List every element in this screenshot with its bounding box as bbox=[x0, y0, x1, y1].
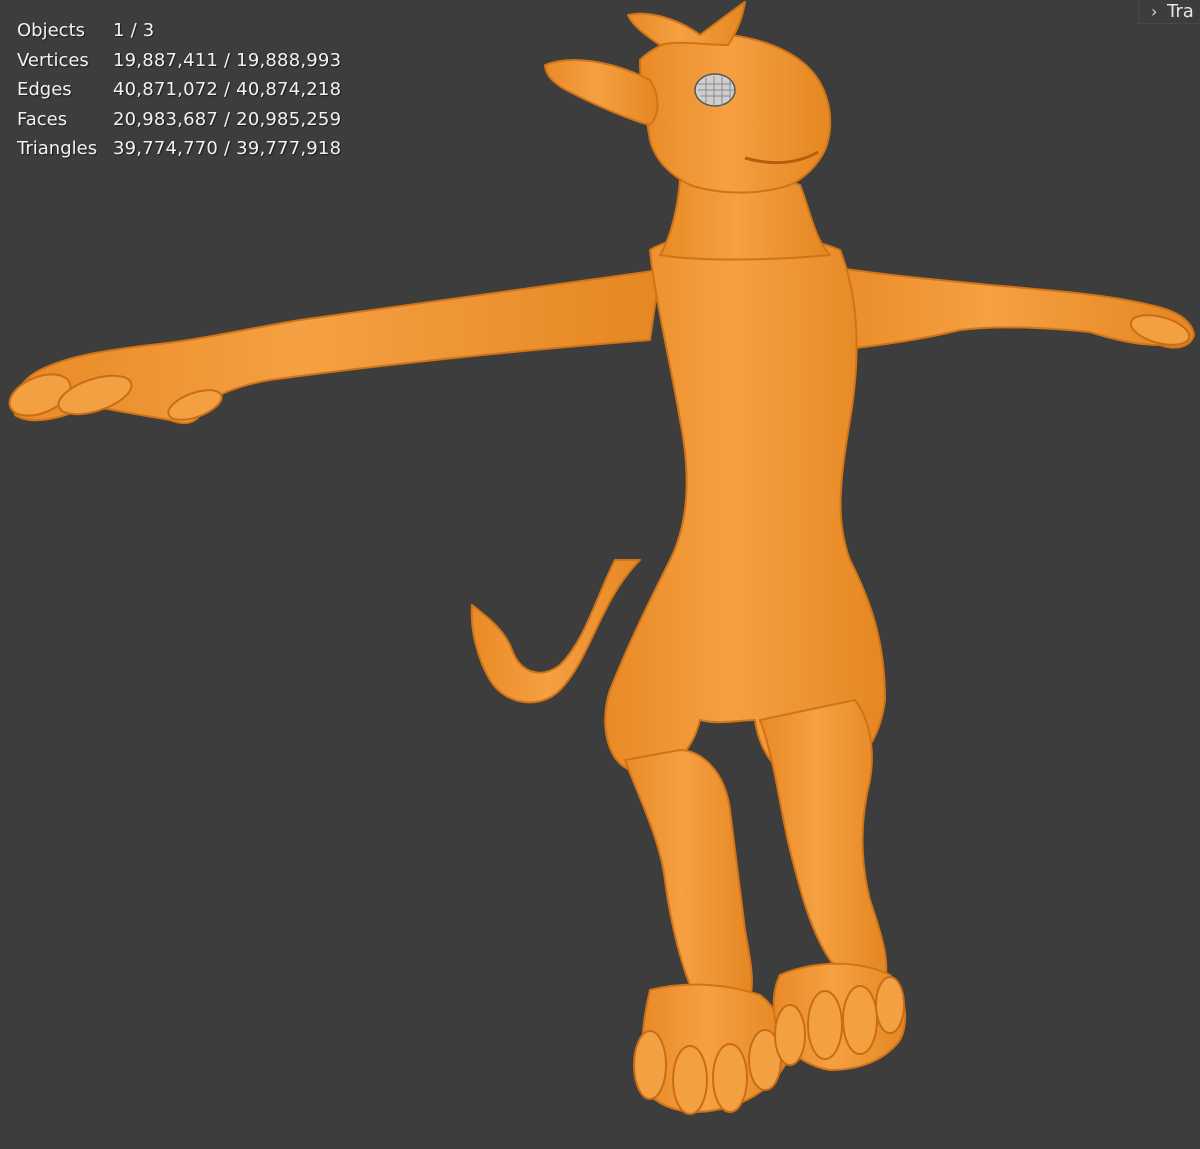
stat-faces: Faces 20,983,687 / 20,985,259 bbox=[17, 105, 341, 135]
crest bbox=[627, 1, 746, 46]
sidebar-tab-label: Tra bbox=[1167, 1, 1194, 22]
toe-left-3 bbox=[712, 1043, 748, 1113]
stat-label: Edges bbox=[17, 79, 72, 100]
stat-objects: Objects 1 / 3 bbox=[17, 16, 341, 46]
selected-character-mesh[interactable] bbox=[0, 0, 1200, 1149]
toe-right-4 bbox=[875, 976, 905, 1034]
stat-value: 39,774,770 / 39,777,918 bbox=[113, 138, 342, 159]
stat-label: Triangles bbox=[17, 138, 98, 159]
arm-right bbox=[819, 264, 1195, 351]
stat-edges: Edges 40,871,072 / 40,874,218 bbox=[17, 75, 341, 105]
stat-triangles: Triangles 39,774,770 / 39,777,918 bbox=[17, 134, 341, 164]
stat-label: Vertices bbox=[17, 49, 89, 71]
toe-right-3 bbox=[842, 985, 878, 1055]
stat-value: 1 / 3 bbox=[113, 20, 155, 41]
stat-value: 20,983,687 / 20,985,259 bbox=[113, 108, 342, 130]
stat-label: Objects bbox=[17, 20, 86, 41]
toe-right-1 bbox=[774, 1004, 806, 1066]
toe-left-2 bbox=[672, 1045, 708, 1115]
chevron-right-icon: › bbox=[1151, 2, 1158, 21]
toe-left-1 bbox=[633, 1030, 667, 1100]
sidebar-transform-tab[interactable]: › Tra bbox=[1138, 0, 1200, 24]
leg-left bbox=[624, 749, 753, 1011]
stat-value: 40,871,072 / 40,874,218 bbox=[113, 79, 342, 100]
eye bbox=[694, 73, 736, 107]
3d-viewport[interactable]: Objects 1 / 3 Vertices 19,887,411 / 19,8… bbox=[0, 0, 1200, 1149]
head bbox=[639, 32, 832, 194]
stat-label: Faces bbox=[17, 108, 68, 130]
stat-vertices: Vertices 19,887,411 / 19,888,993 bbox=[17, 46, 341, 76]
toe-right-2 bbox=[807, 990, 843, 1060]
stat-value: 19,887,411 / 19,888,993 bbox=[113, 49, 342, 71]
statistics-overlay: Objects 1 / 3 Vertices 19,887,411 / 19,8… bbox=[17, 16, 341, 164]
leg-right bbox=[759, 699, 888, 986]
